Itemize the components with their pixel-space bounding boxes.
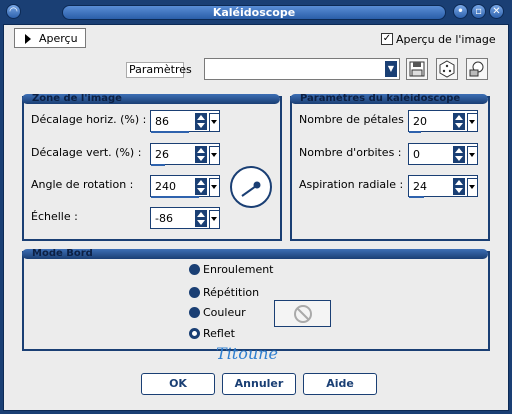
cancel-button[interactable]: Annuler	[222, 373, 296, 395]
h-offset-slider[interactable]	[151, 131, 189, 133]
help-button[interactable]: Aide	[303, 373, 377, 395]
color-swatch-button[interactable]	[274, 300, 331, 327]
up-down-arrows-icon[interactable]	[195, 113, 207, 130]
field-label: Nombre de pétales :	[299, 113, 412, 126]
radial-suction-spinner[interactable]: 24	[408, 175, 478, 197]
radio-reflect[interactable]	[189, 328, 200, 339]
manage-presets-button[interactable]	[466, 58, 488, 80]
petals-slider[interactable]	[409, 131, 421, 133]
dice-icon	[439, 60, 455, 78]
rotation-slider[interactable]	[151, 196, 199, 198]
radio-label-repeat: Répétition	[203, 286, 260, 299]
up-down-arrows-icon[interactable]	[195, 178, 207, 195]
field-value: 26	[155, 148, 169, 161]
play-icon	[25, 34, 31, 44]
field-label: Décalage vert. (%) :	[31, 146, 142, 159]
kaleidoscope-params-title: Paramètres du kaléidoscope	[290, 94, 488, 104]
field-label: Décalage horiz. (%) :	[31, 113, 147, 126]
up-down-arrows-icon[interactable]	[453, 178, 465, 195]
dial-needle-icon	[241, 181, 261, 197]
field-label: Échelle :	[31, 210, 78, 223]
preview-button-label: Aperçu	[39, 32, 78, 45]
field-value: 86	[155, 115, 169, 128]
close-icon[interactable]: ✕	[489, 4, 504, 19]
no-color-icon	[294, 305, 312, 323]
dropdown-arrow-icon[interactable]	[467, 178, 478, 197]
scale-spinner[interactable]: -86	[150, 207, 220, 229]
dropdown-arrow-icon[interactable]	[209, 210, 220, 229]
signature-watermark: Titoune	[216, 344, 278, 363]
rotation-dial[interactable]	[230, 166, 272, 208]
save-preset-button[interactable]	[406, 58, 428, 80]
field-value: 20	[413, 115, 427, 128]
preset-manager-icon	[469, 61, 484, 77]
ok-button[interactable]: OK	[141, 373, 215, 395]
window-menu-icon[interactable]: ◠	[6, 4, 21, 19]
petals-spinner[interactable]: 20	[408, 110, 478, 132]
floppy-disk-icon	[409, 61, 425, 77]
field-label: Angle de rotation :	[31, 178, 134, 191]
preview-image-checkbox[interactable]: ✓	[381, 33, 393, 45]
dropdown-arrow-icon[interactable]	[209, 178, 220, 197]
radial-suction-slider[interactable]	[409, 196, 424, 198]
orbits-spinner[interactable]: 0	[408, 143, 478, 165]
up-down-arrows-icon[interactable]	[195, 146, 207, 163]
radio-label-wrap: Enroulement	[203, 263, 274, 276]
rotation-spinner[interactable]: 240	[150, 175, 220, 197]
v-offset-slider[interactable]	[151, 164, 165, 166]
radio-label-reflect: Reflet	[203, 327, 235, 340]
up-down-arrows-icon[interactable]	[195, 210, 207, 227]
dropdown-arrow-icon[interactable]	[467, 146, 478, 165]
radio-label-color: Couleur	[203, 306, 246, 319]
chevron-down-icon: ▼	[385, 61, 397, 77]
edge-mode-title: Mode Bord	[22, 249, 488, 259]
window-title: Kaléidoscope	[62, 5, 446, 20]
dropdown-arrow-icon[interactable]	[209, 113, 220, 132]
random-params-button[interactable]	[436, 58, 458, 80]
minimize-icon[interactable]: •	[453, 4, 468, 19]
dropdown-arrow-icon[interactable]	[467, 113, 478, 132]
h-offset-spinner[interactable]: 86	[150, 110, 220, 132]
field-value: 0	[413, 148, 420, 161]
radio-color[interactable]	[189, 307, 200, 318]
field-value: -86	[155, 212, 173, 225]
up-down-arrows-icon[interactable]	[453, 113, 465, 130]
field-label: Nombre d'orbites :	[299, 146, 402, 159]
image-zone-title: Zone de l'image	[22, 94, 280, 104]
field-label: Aspiration radiale :	[299, 178, 404, 191]
radio-wrap[interactable]	[189, 264, 200, 275]
v-offset-spinner[interactable]: 26	[150, 143, 220, 165]
params-preset-select[interactable]: ▼	[204, 58, 400, 80]
dropdown-arrow-icon[interactable]	[209, 146, 220, 165]
field-value: 240	[155, 180, 176, 193]
params-label: Paramètres	[126, 62, 192, 78]
preview-image-label: Aperçu de l'image	[396, 33, 496, 46]
field-value: 24	[413, 180, 427, 193]
up-down-arrows-icon[interactable]	[453, 146, 465, 163]
radio-repeat[interactable]	[189, 287, 200, 298]
preview-toggle-button[interactable]: Aperçu	[14, 28, 86, 48]
maximize-icon[interactable]: ▫	[471, 4, 486, 19]
